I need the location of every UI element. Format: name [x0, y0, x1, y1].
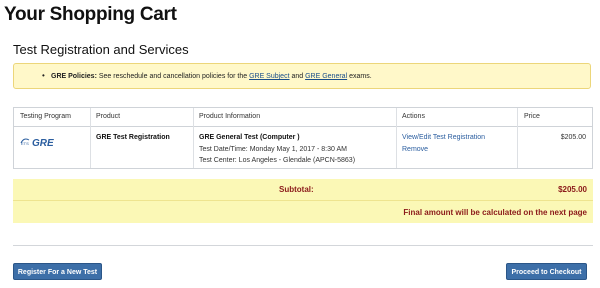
gre-subject-link[interactable]: GRE Subject	[249, 73, 289, 80]
info-center: Test Center: Los Angeles - Glendale (APC…	[199, 157, 356, 164]
gre-logo: ETS GRE	[20, 135, 64, 149]
table-header: Testing Program Product Product Informat…	[14, 108, 592, 127]
info-title: GRE General Test (Computer )	[199, 134, 300, 141]
proceed-to-checkout-button[interactable]: Proceed to Checkout	[506, 263, 587, 280]
info-date: Test Date/Time: Monday May 1, 2017 - 8:3…	[199, 146, 347, 153]
item-price: $205.00	[560, 134, 586, 141]
section-title: Test Registration and Services	[13, 42, 189, 57]
logo-prefix: ETS	[21, 141, 29, 146]
notice-text: GRE Policies: See reschedule and cancell…	[51, 73, 372, 80]
subtotal-label: Subtotal:	[279, 185, 314, 194]
notice-text-before: See reschedule and cancellation policies…	[96, 73, 250, 80]
column-divider	[193, 108, 194, 168]
notice-label: GRE Policies:	[51, 73, 97, 80]
ets-gre-logo-icon: ETS GRE	[20, 138, 54, 149]
header-price: Price	[524, 113, 540, 120]
divider	[13, 245, 593, 246]
header-testing-program: Testing Program	[20, 113, 71, 120]
column-divider	[90, 108, 91, 168]
page-title: Your Shopping Cart	[4, 4, 177, 25]
header-product-information: Product Information	[199, 113, 261, 120]
header-product: Product	[96, 113, 121, 120]
product-name: GRE Test Registration	[96, 134, 170, 141]
final-amount-note: Final amount will be calculated on the n…	[403, 208, 587, 217]
notice-text-after: exams.	[347, 73, 372, 80]
view-edit-link[interactable]: View/Edit Test Registration	[402, 134, 485, 141]
header-actions: Actions	[402, 113, 425, 120]
summary-divider	[13, 200, 593, 201]
policy-notice: • GRE Policies: See reschedule and cance…	[13, 63, 591, 89]
register-new-test-button[interactable]: Register For a New Test	[13, 263, 102, 280]
cart-summary: Subtotal: $205.00 Final amount will be c…	[13, 179, 593, 223]
remove-link[interactable]: Remove	[402, 146, 428, 153]
bullet-icon: •	[42, 71, 45, 80]
notice-text-and: and	[289, 73, 306, 80]
subtotal-value: $205.00	[558, 185, 587, 194]
logo-text: GRE	[32, 138, 54, 148]
cart-table: Testing Program Product Product Informat…	[13, 107, 593, 169]
column-divider	[517, 108, 518, 168]
gre-general-link[interactable]: GRE General	[305, 73, 347, 80]
column-divider	[396, 108, 397, 168]
